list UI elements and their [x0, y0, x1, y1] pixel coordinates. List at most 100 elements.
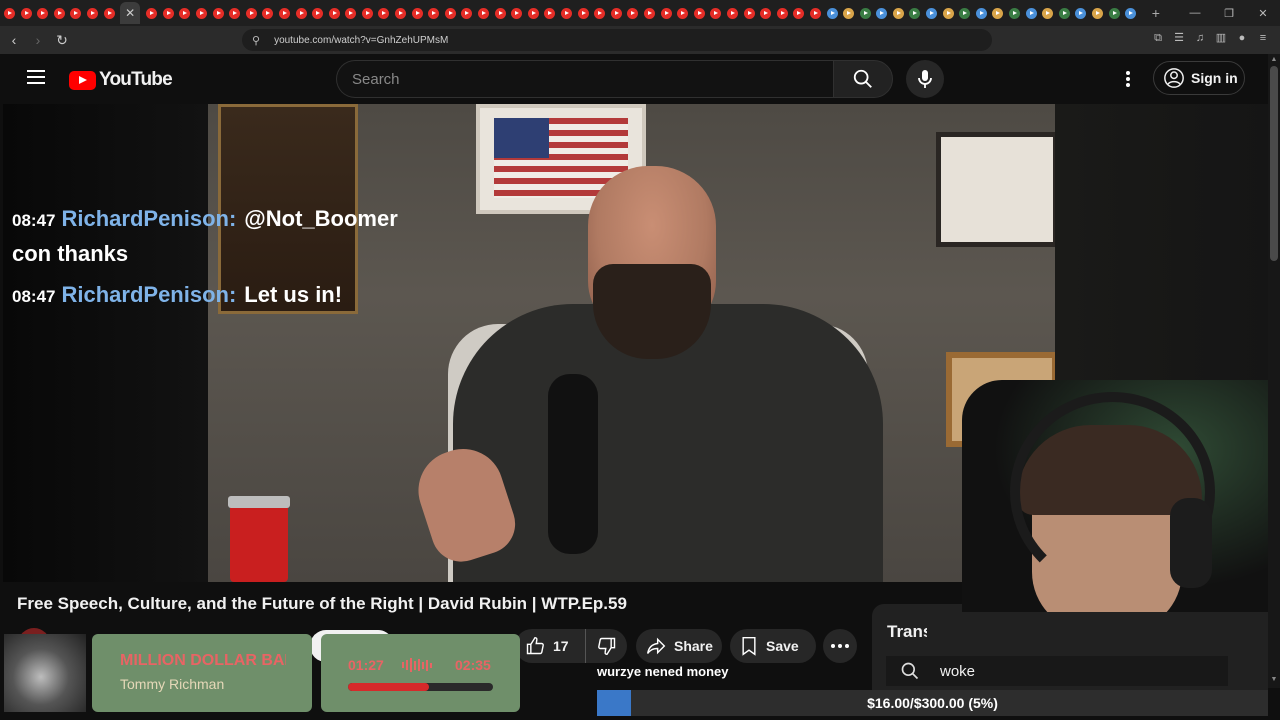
youtube-logo[interactable]: YouTube: [69, 69, 173, 91]
tab-favicon-icon[interactable]: [594, 7, 606, 19]
save-button[interactable]: Save: [730, 629, 816, 663]
tab-favicon-icon[interactable]: [793, 7, 805, 19]
tab-favicon-icon[interactable]: [229, 7, 241, 19]
new-tab-icon[interactable]: +: [1152, 5, 1160, 21]
tab-favicon-icon[interactable]: [37, 7, 49, 19]
media-icon[interactable]: ♫: [1193, 31, 1207, 45]
tab-favicon-icon[interactable]: [411, 7, 423, 19]
sidebar-icon[interactable]: ▥: [1214, 31, 1228, 45]
tab-favicon-icon[interactable]: [70, 7, 82, 19]
tab-favicon-icon[interactable]: [693, 7, 705, 19]
tab-favicon-icon[interactable]: [975, 7, 987, 19]
tab-favicon-icon[interactable]: [461, 7, 473, 19]
tab-favicon-icon[interactable]: [20, 7, 32, 19]
tab-favicon-icon[interactable]: [760, 7, 772, 19]
tab-favicon-icon[interactable]: [1025, 7, 1037, 19]
tab-favicon-icon[interactable]: [809, 7, 821, 19]
voice-search-button[interactable]: [906, 60, 944, 98]
tab-favicon-icon[interactable]: [527, 7, 539, 19]
tab-favicon-icon[interactable]: [627, 7, 639, 19]
transcript-search[interactable]: woke: [886, 656, 1228, 686]
tab-favicon-icon[interactable]: [992, 7, 1004, 19]
tab-favicon-icon[interactable]: [1009, 7, 1021, 19]
tab-favicon-icon[interactable]: [295, 7, 307, 19]
tab-favicon-icon[interactable]: [610, 7, 622, 19]
tab-favicon-icon[interactable]: [710, 7, 722, 19]
tab-favicon-icon[interactable]: [146, 7, 158, 19]
tab-favicon-icon[interactable]: [53, 7, 65, 19]
tab-favicon-icon[interactable]: [395, 7, 407, 19]
menu-icon[interactable]: ≡: [1256, 31, 1270, 45]
tab-favicon-icon[interactable]: [1108, 7, 1120, 19]
tab-favicon-icon[interactable]: [478, 7, 490, 19]
tab-favicon-icon[interactable]: [942, 7, 954, 19]
sign-in-button[interactable]: Sign in: [1153, 61, 1245, 95]
like-button[interactable]: 17: [515, 636, 585, 656]
tab-favicon-icon[interactable]: [494, 7, 506, 19]
tab-favicon-icon[interactable]: [826, 7, 838, 19]
tab-favicon-icon[interactable]: [892, 7, 904, 19]
address-bar[interactable]: ⚲ youtube.com/watch?v=GnhZehUPMsM: [242, 29, 992, 51]
tab-favicon-icon[interactable]: [262, 7, 274, 19]
tab-favicon-icon[interactable]: [726, 7, 738, 19]
forward-icon[interactable]: ›: [28, 32, 48, 48]
tab-favicon-icon[interactable]: [577, 7, 589, 19]
tab-favicon-icon[interactable]: [103, 7, 115, 19]
tab-favicon-icon[interactable]: [544, 7, 556, 19]
tab-favicon-icon[interactable]: [444, 7, 456, 19]
tab-favicon-icon[interactable]: [561, 7, 572, 19]
tab-favicon-icon[interactable]: [162, 7, 174, 19]
tab-favicon-icon[interactable]: [926, 7, 938, 19]
tab-favicon-icon[interactable]: [245, 7, 257, 19]
tab-favicon-icon[interactable]: [278, 7, 290, 19]
restore-icon[interactable]: ❐: [1212, 0, 1246, 26]
tab-favicon-icon[interactable]: [959, 7, 971, 19]
tab-favicon-icon[interactable]: [1075, 7, 1087, 19]
minimize-icon[interactable]: —: [1178, 0, 1212, 26]
tab-favicon-icon[interactable]: [776, 7, 788, 19]
tab-favicon-icon[interactable]: [361, 7, 373, 19]
scroll-down-icon[interactable]: ▼: [1270, 676, 1278, 684]
tab-favicon-icon[interactable]: [1058, 7, 1070, 19]
tab-favicon-icon[interactable]: [428, 7, 440, 19]
close-window-icon[interactable]: ✕: [1246, 0, 1280, 26]
tab-favicon-icon[interactable]: [345, 7, 357, 19]
tab-favicon-icon[interactable]: [876, 7, 888, 19]
reload-icon[interactable]: ↻: [52, 32, 72, 49]
tab-favicon-icon[interactable]: [643, 7, 655, 19]
tab-favicon-icon[interactable]: [660, 7, 672, 19]
tab-favicon-icon[interactable]: [312, 7, 324, 19]
reading-list-icon[interactable]: ☰: [1172, 31, 1186, 45]
search-button[interactable]: [833, 60, 893, 98]
scroll-up-icon[interactable]: ▲: [1270, 56, 1278, 64]
back-icon[interactable]: ‹: [4, 32, 24, 48]
tab-favicon-icon[interactable]: [212, 7, 224, 19]
dislike-button[interactable]: [585, 629, 627, 663]
tab-favicon-icon[interactable]: [1125, 7, 1137, 19]
tab-favicon-icon[interactable]: [1042, 7, 1054, 19]
page-scrollbar[interactable]: ▲ ▼: [1268, 54, 1280, 688]
extensions-icon[interactable]: ⧉: [1151, 31, 1165, 45]
tab-favicon-icon[interactable]: [859, 7, 871, 19]
tab-favicon-icon[interactable]: [1092, 7, 1103, 19]
more-actions-button[interactable]: [823, 629, 857, 663]
active-tab[interactable]: ✕: [120, 2, 141, 24]
tab-favicon-icon[interactable]: [195, 7, 207, 19]
scroll-thumb[interactable]: [1270, 66, 1278, 261]
settings-menu-icon[interactable]: [1118, 68, 1138, 90]
tab-favicon-icon[interactable]: [511, 7, 523, 19]
tab-favicon-icon[interactable]: [843, 7, 855, 19]
profile-icon[interactable]: ●: [1235, 31, 1249, 45]
tab-favicon-icon[interactable]: [743, 7, 755, 19]
search-input[interactable]: [352, 70, 834, 88]
tab-favicon-icon[interactable]: [378, 7, 390, 19]
share-button[interactable]: Share: [636, 629, 722, 663]
site-info-icon[interactable]: ⚲: [252, 34, 260, 47]
hamburger-menu-icon[interactable]: [27, 70, 45, 84]
tab-favicon-icon[interactable]: [328, 7, 340, 19]
tab-favicon-icon[interactable]: [4, 7, 15, 19]
tab-favicon-icon[interactable]: [179, 7, 191, 19]
tab-favicon-icon[interactable]: [909, 7, 921, 19]
tab-favicon-icon[interactable]: [86, 7, 98, 19]
tab-favicon-icon[interactable]: [677, 7, 689, 19]
